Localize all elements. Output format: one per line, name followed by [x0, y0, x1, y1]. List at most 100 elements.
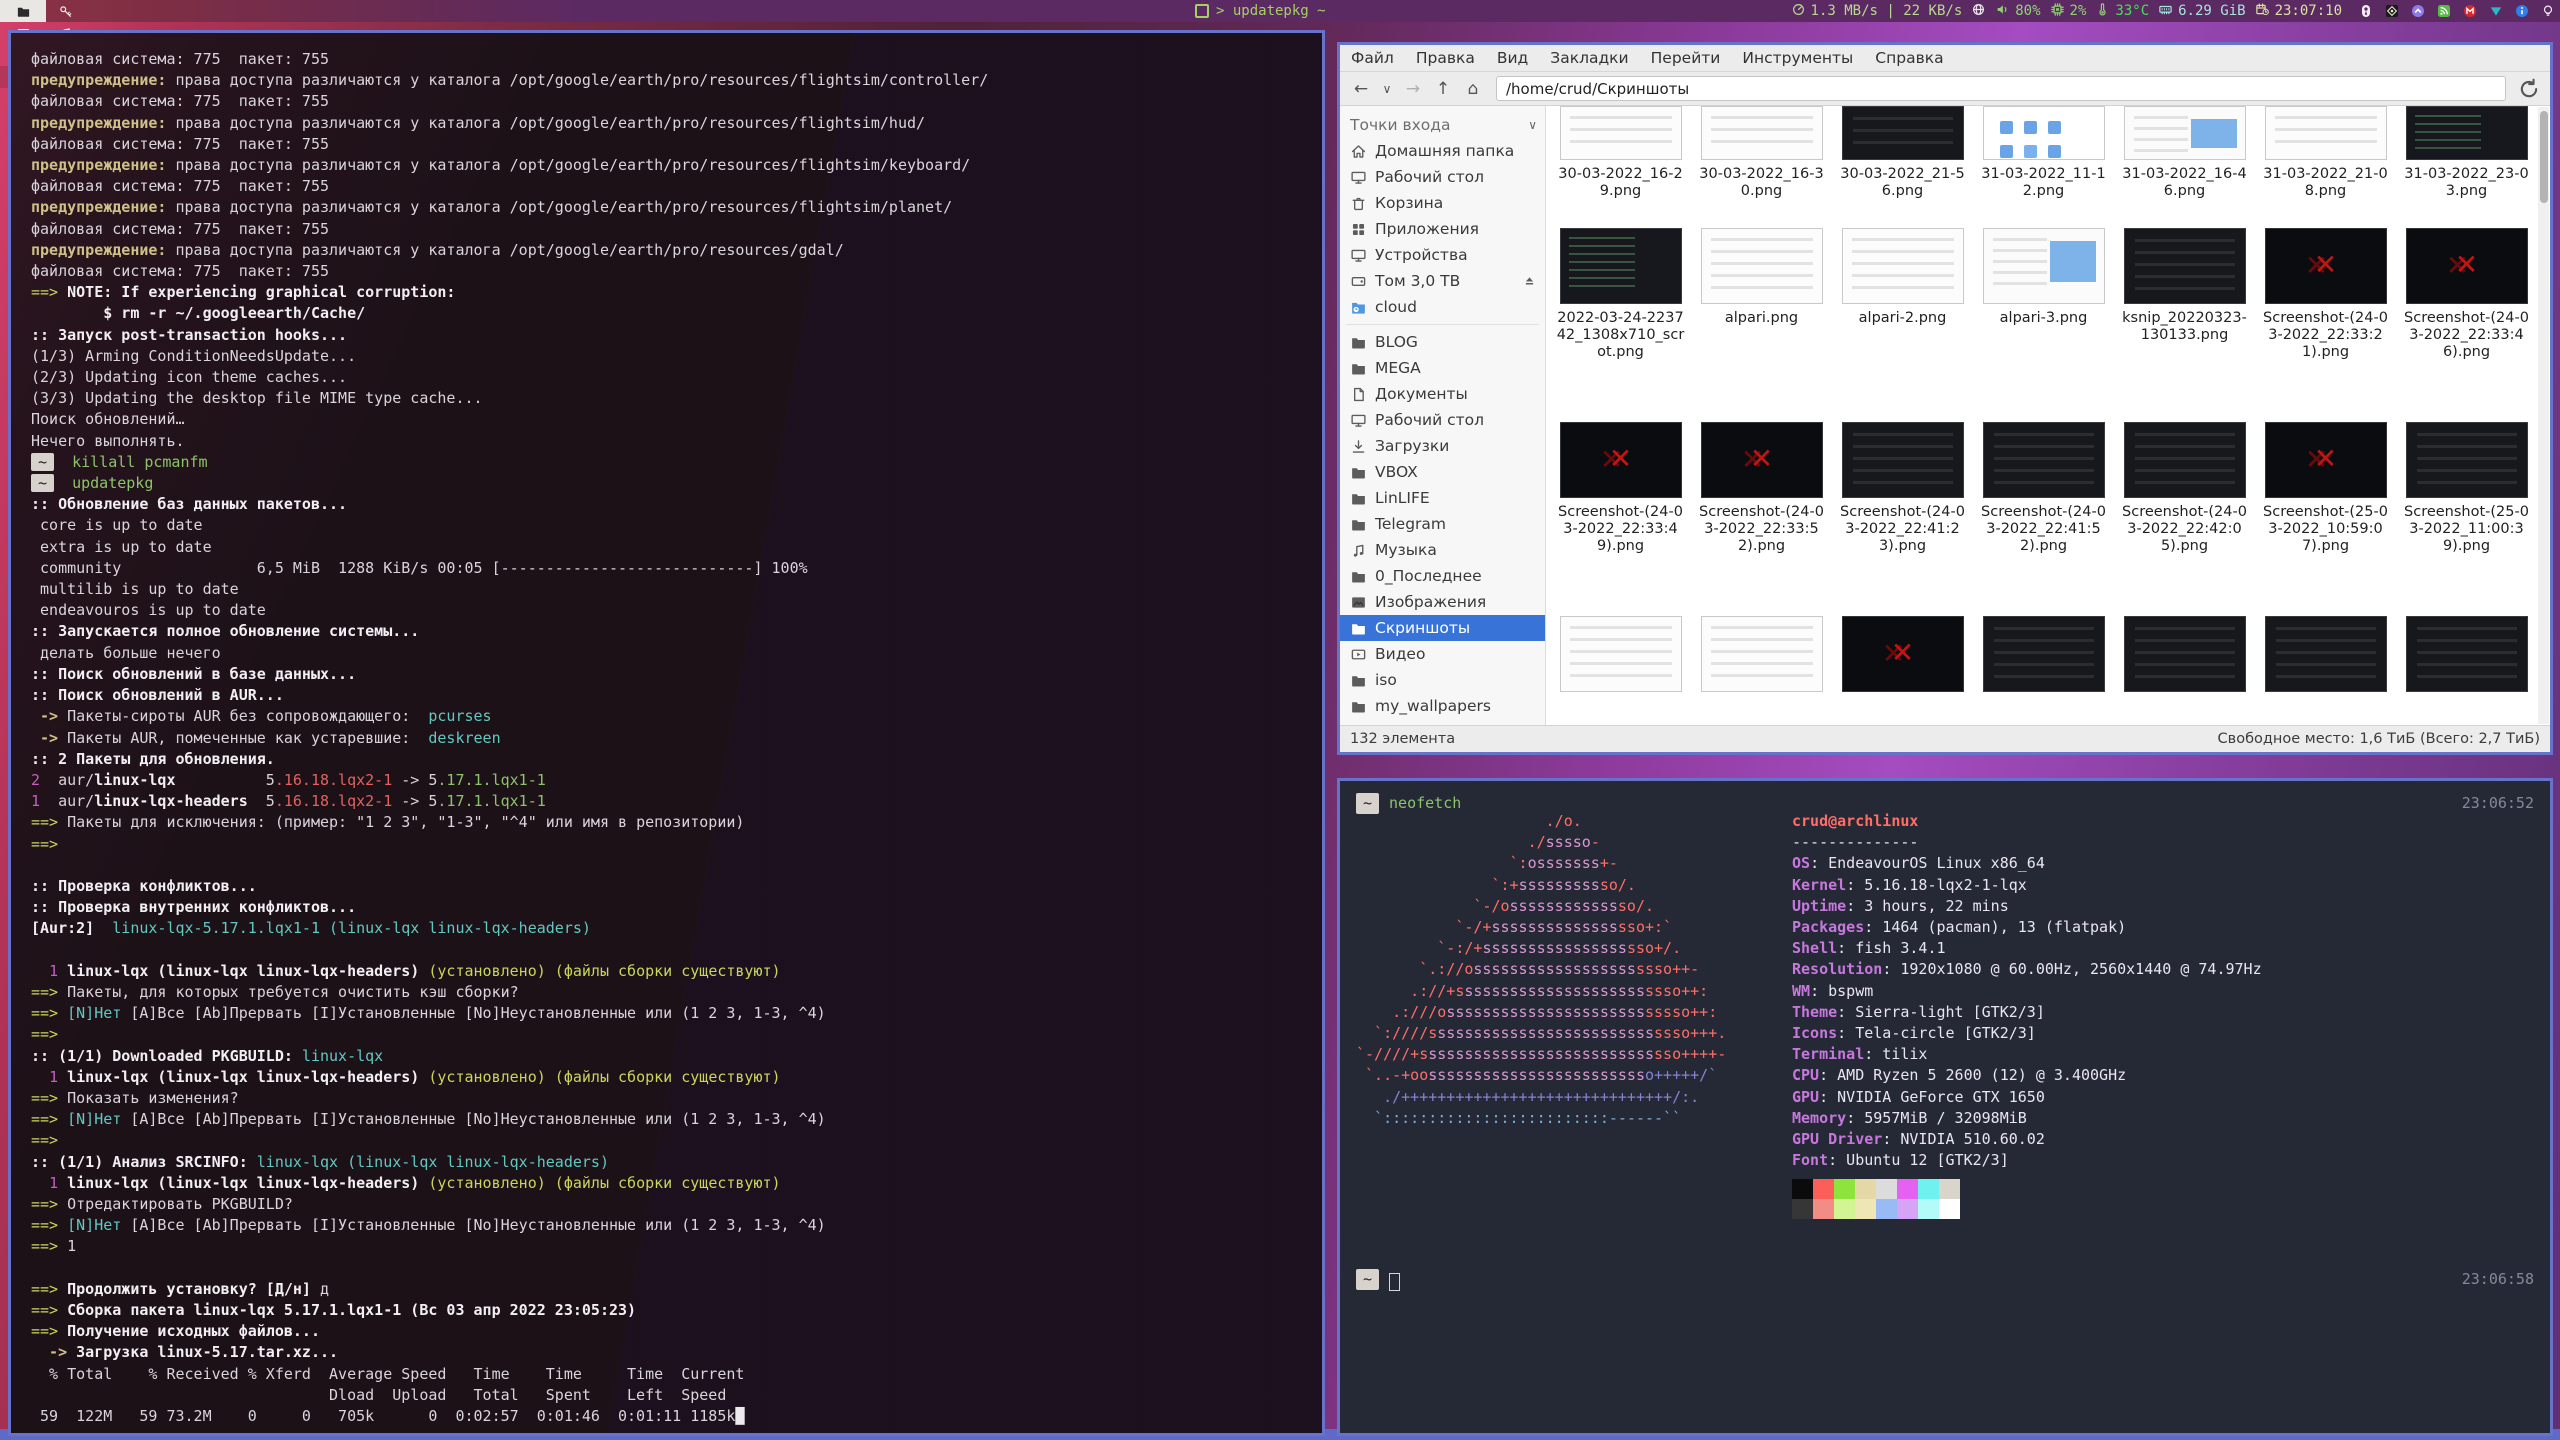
sidebar-item-Документы[interactable]: Документы [1340, 381, 1545, 407]
terminal-window-neofetch[interactable]: ~ neofetch 23:06:52 ./o. ./sssso- `:osss… [1337, 778, 2553, 1436]
sidebar-item-label: Telegram [1375, 515, 1446, 533]
tray-mega-icon[interactable] [2461, 3, 2478, 20]
sidebar-item-Видео[interactable]: Видео [1340, 641, 1545, 667]
ascii-art-line: `:////sssssssssssssssssssssssssssso+++. [1356, 1023, 1726, 1044]
menu-Закладки[interactable]: Закладки [1539, 45, 1639, 71]
palette-swatch [1876, 1179, 1897, 1199]
sidebar-item-Корзина[interactable]: Корзина [1340, 190, 1545, 216]
up-button[interactable]: ↑ [1430, 77, 1456, 101]
sidebar-item-label: iso [1375, 671, 1397, 689]
file-item[interactable] [1973, 616, 2114, 698]
speaker-icon[interactable] [1995, 2, 2010, 21]
file-item[interactable]: Screenshot-(24-03-2022_22:42:05).png [2114, 422, 2255, 555]
ascii-art-line: .://+sssssssssssssssssssssssso++: [1356, 981, 1726, 1002]
file-item[interactable]: Screenshot-(25-03-2022_10:59:07).png [2255, 422, 2396, 555]
palette-swatch [1834, 1199, 1855, 1219]
path-bar[interactable]: /home/crud/Скриншоты [1496, 76, 2506, 101]
file-item[interactable]: Screenshot-(25-03-2022_11:00:39).png [2396, 422, 2537, 555]
sidebar-item-BLOG[interactable]: BLOG [1340, 329, 1545, 355]
eject-icon[interactable] [1522, 274, 1537, 289]
file-item[interactable] [2255, 616, 2396, 698]
terminal-line: ==> [31, 1130, 1322, 1151]
tray-rss-icon[interactable] [2435, 3, 2452, 20]
folder-icon [1350, 568, 1367, 585]
file-item[interactable] [1691, 616, 1832, 698]
info-line-gpu-driver: GPU Driver: NVIDIA 510.60.02 [1792, 1129, 2262, 1150]
scrollbar-thumb[interactable] [2540, 111, 2548, 203]
reload-icon[interactable] [2516, 77, 2542, 101]
tray-bulb-icon[interactable] [2539, 3, 2556, 20]
sidebar-item-0_Последнее[interactable]: 0_Последнее [1340, 563, 1545, 589]
menu-Правка[interactable]: Правка [1405, 45, 1486, 71]
menu-Вид[interactable]: Вид [1486, 45, 1539, 71]
file-item[interactable]: 31-03-2022_21-08.png [2255, 106, 2396, 200]
sidebar-item-label: 0_Последнее [1375, 567, 1482, 585]
sidebar-item-LinLIFE[interactable]: LinLIFE [1340, 485, 1545, 511]
file-item[interactable]: alpari-2.png [1832, 228, 1973, 361]
terminal-line: $ rm -r ~/.googleearth/Cache/ [31, 303, 1322, 324]
sidebar-item-Устройства[interactable]: Устройства [1340, 242, 1545, 268]
file-item[interactable]: Screenshot-(24-03-2022_22:41:23).png [1832, 422, 1973, 555]
file-item[interactable]: 31-03-2022_16-46.png [2114, 106, 2255, 200]
workspace-folder-icon[interactable] [0, 0, 46, 22]
file-item[interactable] [1550, 616, 1691, 698]
sidebar-item-Скриншоты[interactable]: Скриншоты [1340, 615, 1545, 641]
file-name: Screenshot-(24-03-2022_22:33:52).png [1698, 504, 1826, 555]
file-item[interactable]: Screenshot-(24-03-2022_22:33:46).png [2396, 228, 2537, 361]
sidebar-item-Изображения[interactable]: Изображения [1340, 589, 1545, 615]
sidebar-item-MEGA[interactable]: MEGA [1340, 355, 1545, 381]
sidebar-item-Приложения[interactable]: Приложения [1340, 216, 1545, 242]
home-button[interactable]: ⌂ [1460, 77, 1486, 101]
sidebar-item-cloud[interactable]: cloud [1340, 294, 1545, 320]
file-item[interactable]: 31-03-2022_11-12.png [1973, 106, 2114, 200]
globe-icon[interactable] [1971, 2, 1986, 21]
file-item[interactable] [1832, 616, 1973, 698]
terminal-line: ==> Пакеты для исключения: (пример: "1 2… [31, 812, 1322, 833]
history-dropdown-icon[interactable]: ∨ [1378, 77, 1396, 101]
tray-arrow-up-icon[interactable] [2409, 3, 2426, 20]
file-item[interactable]: Screenshot-(24-03-2022_22:33:52).png [1691, 422, 1832, 555]
forward-button[interactable]: → [1400, 77, 1426, 101]
tray-keyhole-icon[interactable] [2357, 3, 2374, 20]
tray-ornament-icon[interactable] [2383, 3, 2400, 20]
menu-Инструменты[interactable]: Инструменты [1731, 45, 1864, 71]
network-gauge-icon [1791, 2, 1806, 21]
file-item[interactable]: 2022-03-24-223742_1308x710_scrot.png [1550, 228, 1691, 361]
file-item[interactable]: ksnip_20220323-130133.png [2114, 228, 2255, 361]
tray-info-icon[interactable] [2513, 3, 2530, 20]
sidebar-item-my_wallpapers[interactable]: my_wallpapers [1340, 693, 1545, 719]
file-item[interactable]: Screenshot-(24-03-2022_22:33:21).png [2255, 228, 2396, 361]
sidebar-item-VBOX[interactable]: VBOX [1340, 459, 1545, 485]
file-item[interactable]: 30-03-2022_21-56.png [1832, 106, 1973, 200]
sidebar-item-Рабочий стол[interactable]: Рабочий стол [1340, 164, 1545, 190]
file-item[interactable]: 30-03-2022_16-29.png [1550, 106, 1691, 200]
file-item[interactable]: Screenshot-(24-03-2022_22:41:52).png [1973, 422, 2114, 555]
sidebar-item-Музыка[interactable]: Музыка [1340, 537, 1545, 563]
menu-Справка[interactable]: Справка [1864, 45, 1954, 71]
menu-Перейти[interactable]: Перейти [1640, 45, 1732, 71]
launcher-key-icon[interactable] [46, 0, 84, 22]
file-item[interactable]: alpari-3.png [1973, 228, 2114, 361]
file-item[interactable]: 31-03-2022_23-03.png [2396, 106, 2537, 200]
terminal-line: предупреждение: права доступа различаютс… [31, 113, 1322, 134]
calendar-clock-icon[interactable] [2255, 2, 2270, 21]
file-manager-window[interactable]: ФайлПравкаВидЗакладкиПерейтиИнструментыС… [1337, 42, 2553, 755]
sidebar-item-Рабочий стол[interactable]: Рабочий стол [1340, 407, 1545, 433]
tray-drop-icon[interactable] [2487, 3, 2504, 20]
back-button[interactable]: ← [1348, 77, 1374, 101]
file-item[interactable] [2396, 616, 2537, 698]
sidebar-item-iso[interactable]: iso [1340, 667, 1545, 693]
file-item[interactable]: alpari.png [1691, 228, 1832, 361]
menu-Файл[interactable]: Файл [1340, 45, 1405, 71]
sidebar-item-Домашняя папка[interactable]: Домашняя папка [1340, 138, 1545, 164]
file-item[interactable]: 30-03-2022_16-30.png [1691, 106, 1832, 200]
shell-prompt-empty[interactable]: ~ [1356, 1269, 1400, 1290]
file-item[interactable]: Screenshot-(24-03-2022_22:33:49).png [1550, 422, 1691, 555]
sidebar-item-Том 3,0 ТВ[interactable]: Том 3,0 ТВ [1340, 268, 1545, 294]
sidebar-mode-selector[interactable]: Точки входа∨ [1340, 112, 1545, 138]
sidebar-item-Telegram[interactable]: Telegram [1340, 511, 1545, 537]
sidebar-item-Загрузки[interactable]: Загрузки [1340, 433, 1545, 459]
terminal-window-updatepkg[interactable]: файловая система: 775 пакет: 755предупре… [8, 30, 1325, 1436]
scrollbar[interactable] [2538, 107, 2549, 724]
file-item[interactable] [2114, 616, 2255, 698]
